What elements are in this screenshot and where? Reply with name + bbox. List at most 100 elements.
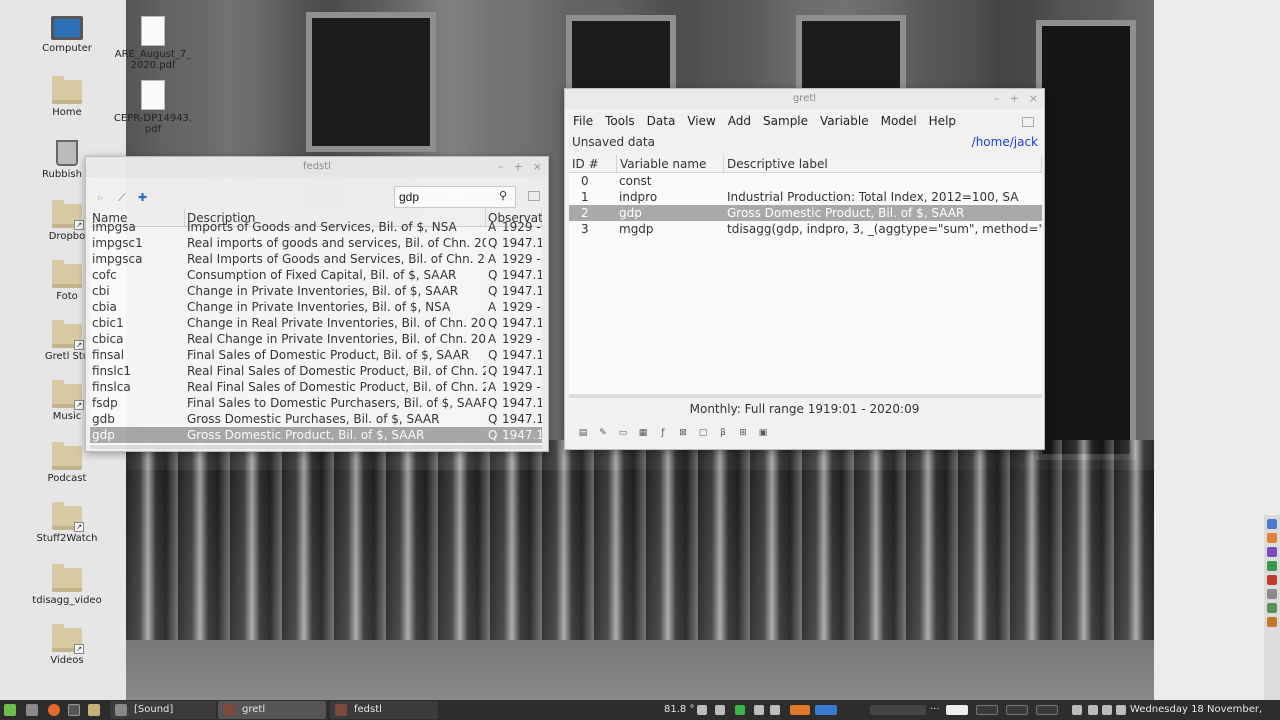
series-row[interactable]: cbica Real Change in Private Inventories,…	[90, 331, 542, 347]
wifi-icon[interactable]	[1102, 705, 1112, 715]
edit-script-icon[interactable]: ✎	[597, 427, 609, 439]
horizontal-scrollbar[interactable]	[569, 394, 1042, 398]
desktop-icon-tdisagg-video[interactable]: tdisagg_video	[22, 564, 112, 606]
variable-row[interactable]: 2 gdp Gross Domestic Product, Bil. of $, S…	[569, 205, 1042, 221]
series-frequency: Q	[488, 316, 498, 330]
terminal-icon[interactable]	[68, 704, 80, 716]
column-header-variable-name[interactable]: Variable name	[617, 155, 724, 172]
series-search-input[interactable]	[394, 186, 516, 208]
series-name: fsdp	[92, 396, 118, 410]
series-row[interactable]: cofc Consumption of Fixed Capital, Bil. o…	[90, 267, 542, 283]
open-console-icon[interactable]: ▭	[617, 427, 629, 439]
workspace-1-icon[interactable]	[946, 705, 968, 715]
firefox-icon[interactable]	[48, 704, 60, 716]
volume-icon[interactable]	[1116, 705, 1126, 715]
add-icon[interactable]: ✚	[138, 191, 147, 204]
home-folder-icon	[52, 76, 82, 104]
series-description: Real Imports of Goods and Services, Bil.…	[187, 252, 486, 266]
redshift-icon[interactable]	[770, 705, 780, 715]
search-icon[interactable]: ⚲	[499, 189, 513, 203]
clock[interactable]: Wednesday 18 November, 17:39	[1130, 700, 1280, 720]
series-row[interactable]: cbi Change in Private Inventories, Bil. o…	[90, 283, 542, 299]
desktop-icon-videos[interactable]: ↗ Videos	[22, 624, 112, 666]
desktop-icon-computer[interactable]: Computer	[22, 16, 112, 54]
series-observations: 1929 -	[502, 300, 541, 314]
series-row[interactable]: impgsc1 Real imports of goods and service…	[90, 235, 542, 251]
variable-list: 0 const 1 indpro Industrial Production: Tota…	[569, 173, 1042, 237]
minimize-icon[interactable]: –	[498, 157, 504, 177]
menu-tools[interactable]: Tools	[599, 114, 641, 128]
menu-model[interactable]: Model	[875, 114, 923, 128]
video-icon[interactable]	[715, 705, 725, 715]
menu-data[interactable]: Data	[641, 114, 682, 128]
menu-file[interactable]: File	[567, 114, 599, 128]
menu-icon[interactable]	[4, 704, 16, 716]
gretl-titlebar[interactable]: gretl – + ×	[565, 89, 1044, 109]
column-header-descriptive-label[interactable]: Descriptive label	[724, 155, 1042, 172]
workspace-2-icon[interactable]	[976, 705, 998, 715]
menu-variable[interactable]: Variable	[814, 114, 875, 128]
files-icon[interactable]	[88, 704, 100, 716]
series-row[interactable]: cbia Change in Private Inventories, Bil. …	[90, 299, 542, 315]
series-observations: 1929 -	[502, 252, 541, 266]
variable-row[interactable]: 3 mgdp tdisagg(gdp, indpro, 3, _(aggtype="…	[569, 221, 1042, 237]
menu-add[interactable]: Add	[722, 114, 757, 128]
function-icon[interactable]: ƒ	[657, 427, 669, 439]
menu-help[interactable]: Help	[923, 114, 962, 128]
calculator-icon[interactable]: ▤	[577, 427, 589, 439]
series-row[interactable]: cbic1 Change in Real Private Inventories,…	[90, 315, 542, 331]
model-table-icon[interactable]: ⊞	[737, 427, 749, 439]
fedstl-window[interactable]: fedstl – + × ▹ ⟋ ✚ ⚲ Name Description Ob…	[85, 156, 549, 452]
working-directory-link[interactable]: /home/jack	[972, 133, 1038, 151]
more-icon[interactable]: ···	[930, 700, 940, 720]
variable-row[interactable]: 0 const	[569, 173, 1042, 189]
desktop-file-cepr[interactable]: CEPR-DP14943. pdf	[108, 80, 198, 135]
help-icon[interactable]: ⊠	[677, 427, 689, 439]
menu-view[interactable]: View	[681, 114, 721, 128]
show-desktop-icon[interactable]	[26, 704, 38, 716]
close-icon[interactable]: ×	[1029, 89, 1038, 109]
user-icon[interactable]	[1088, 705, 1098, 715]
maximize-icon[interactable]: +	[1010, 89, 1019, 109]
series-row[interactable]: fsdp Final Sales to Domestic Purchasers, …	[90, 395, 542, 411]
maximize-icon[interactable]: +	[514, 157, 523, 177]
task-fedstl[interactable]: fedstl	[330, 701, 438, 719]
series-row[interactable]: gdp Gross Domestic Product, Bil. of $, SA…	[90, 427, 542, 443]
sample-range: Monthly: Full range 1919:01 - 2020:09	[689, 402, 920, 416]
play-icon[interactable]: ▹	[98, 191, 104, 204]
update-icon[interactable]	[735, 705, 745, 715]
fedstl-titlebar[interactable]: fedstl – + ×	[86, 157, 548, 177]
session-icon-view-icon[interactable]: ▦	[637, 427, 649, 439]
series-row[interactable]: impgsca Real Imports of Goods and Service…	[90, 251, 542, 267]
window-options-icon[interactable]	[528, 191, 540, 201]
minimize-icon[interactable]: –	[994, 89, 1000, 109]
menu-sample[interactable]: Sample	[757, 114, 814, 128]
folder-icon[interactable]: ▣	[757, 427, 769, 439]
beta-icon[interactable]: β	[717, 427, 729, 439]
series-row[interactable]: finslca Real Final Sales of Domestic Prod…	[90, 379, 542, 395]
series-row[interactable]: impgsa Imports of Goods and Services, Bil…	[90, 219, 542, 235]
variable-row[interactable]: 1 indpro Industrial Production: Total Inde…	[569, 189, 1042, 205]
close-icon[interactable]: ×	[533, 157, 542, 177]
series-description: Real imports of goods and services, Bil.…	[187, 236, 486, 250]
series-row[interactable]: finslc1 Real Final Sales of Domestic Prod…	[90, 363, 542, 379]
series-row[interactable]: finsal Final Sales of Domestic Product, B…	[90, 347, 542, 363]
graph-icon[interactable]: ⟋	[118, 191, 126, 205]
desktop-file-are-august[interactable]: ARE_August_7_ 2020.pdf	[108, 16, 198, 71]
workspace-3-icon[interactable]	[1006, 705, 1028, 715]
bluetooth-icon[interactable]	[754, 705, 764, 715]
window-options-icon[interactable]	[1022, 117, 1034, 127]
command-reference-icon[interactable]: ▢	[697, 427, 709, 439]
variable-label: tdisagg(gdp, indpro, 3, _(aggtype="sum",…	[727, 222, 1042, 236]
dropbox-icon[interactable]	[697, 705, 707, 715]
desktop-icon-home[interactable]: Home	[22, 76, 112, 118]
horizontal-scrollbar[interactable]	[90, 445, 542, 449]
desktop-icon-stuff2watch[interactable]: ↗ Stuff2Watch	[22, 502, 112, 544]
task-gretl[interactable]: gretl	[218, 701, 326, 719]
series-row[interactable]: gdb Gross Domestic Purchases, Bil. of $, …	[90, 411, 542, 427]
task-sound[interactable]: [Sound]	[110, 701, 216, 719]
gretl-main-window[interactable]: gretl – + × File Tools Data View Add Sam…	[564, 88, 1045, 450]
column-header-id[interactable]: ID #	[569, 155, 617, 172]
display-icon[interactable]	[1072, 705, 1082, 715]
workspace-4-icon[interactable]	[1036, 705, 1058, 715]
